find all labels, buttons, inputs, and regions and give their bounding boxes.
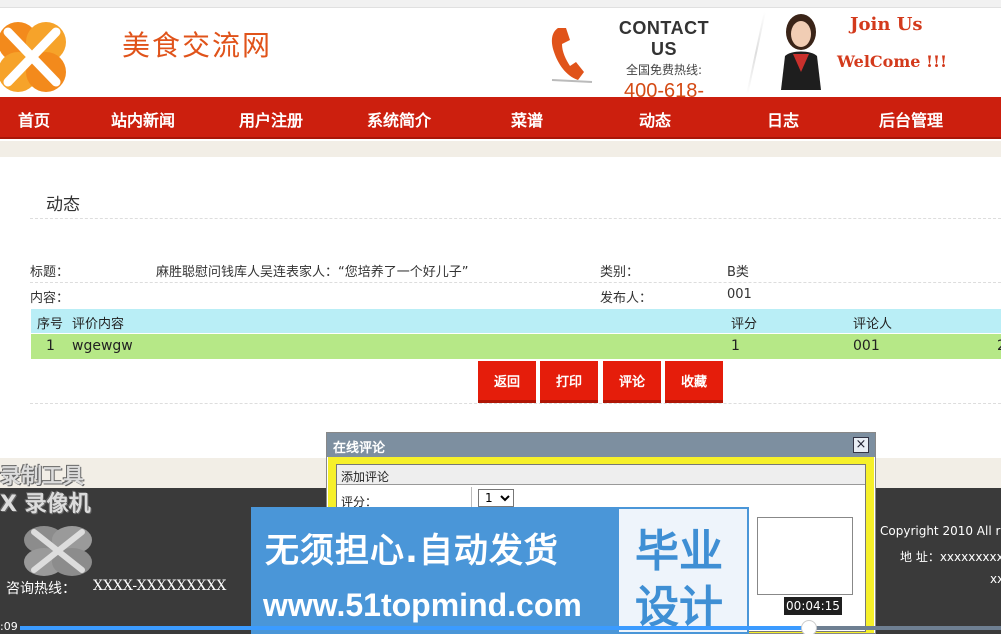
row-reviewer: 001 (853, 338, 880, 354)
nav-about[interactable]: 系统简介 (367, 107, 431, 131)
nav-home[interactable]: 首页 (18, 107, 50, 131)
main-nav: 首页 站内新闻 用户注册 系统简介 菜谱 动态 日志 后台管理 (0, 97, 1001, 139)
divider-line (30, 403, 1001, 404)
site-header: 美食交流网 CONTACT US 全国免费热线: 400-618-4800 Jo… (0, 8, 1001, 125)
nav-register[interactable]: 用户注册 (239, 107, 303, 131)
copyright-text: Copyright 2010 All ri (880, 524, 1001, 538)
table-row[interactable]: 1 wgewgw 1 001 2 (31, 334, 1001, 359)
header-content: 评价内容 (72, 317, 125, 332)
address-text: 地 址：xxxxxxxxx (900, 550, 1001, 564)
row-extra: 2 (997, 338, 1001, 354)
video-timecode: 00:04:15 (784, 597, 842, 615)
form-header: 添加评论 (337, 465, 865, 485)
banner-right: 毕业 设计 (619, 509, 747, 633)
page-title: 动态 (46, 195, 80, 215)
back-button[interactable]: 返回 (478, 361, 536, 403)
welcome-text: WelCome !!! (837, 52, 948, 71)
video-progress-bar[interactable] (20, 620, 1001, 634)
favorite-button[interactable]: 收藏 (665, 361, 723, 403)
hotline-number: XXXX-XXXXXXXXX (93, 578, 227, 594)
category-value: B类 (727, 265, 749, 280)
row-score: 1 (731, 338, 740, 354)
video-progress-fill (20, 626, 809, 630)
nav-dynamic[interactable]: 动态 (639, 107, 671, 131)
title-label: 标题： (30, 265, 70, 280)
site-title: 美食交流网 (122, 29, 273, 62)
print-button[interactable]: 打印 (540, 361, 598, 403)
header-index: 序号 (37, 317, 64, 332)
nav-bottom-band (0, 141, 1001, 157)
publisher-label: 发布人： (600, 291, 653, 306)
content-label: 内容： (30, 291, 70, 306)
avatar (781, 14, 821, 90)
address-text-2: xx (990, 572, 1001, 586)
banner-line1: 无须担心.自动发货 (265, 531, 559, 571)
row-content: wgewgw (72, 338, 133, 354)
divider-line (30, 218, 1001, 219)
header-reviewer: 评论人 (853, 317, 893, 332)
banner-url: www.51topmind.com (263, 587, 582, 623)
banner-left: 无须担心.自动发货 www.51topmind.com (251, 507, 617, 634)
contact-title: CONTACT US (618, 18, 710, 59)
publisher-value: 001 (727, 287, 752, 302)
close-icon[interactable]: × (853, 437, 869, 453)
recorder-watermark-line2: X 录像机 (0, 492, 91, 517)
row-index: 1 (46, 338, 55, 354)
banner-right-line2: 设计 (635, 582, 723, 633)
hotline-label: 咨询热线： (6, 581, 76, 597)
ad-banner[interactable]: 无须担心.自动发货 www.51topmind.com 毕业 设计 (251, 507, 749, 634)
nav-news[interactable]: 站内新闻 (111, 107, 175, 131)
divider-line (30, 282, 1001, 283)
nav-admin[interactable]: 后台管理 (879, 107, 943, 131)
site-logo-icon[interactable] (0, 20, 70, 96)
phone-icon (551, 28, 593, 83)
category-label: 类别： (600, 265, 640, 280)
nav-logs[interactable]: 日志 (767, 107, 799, 131)
comment-button[interactable]: 评论 (603, 361, 661, 403)
score-select[interactable]: 1 (478, 489, 514, 507)
comments-table-header: 序号 评价内容 评分 评论人 (31, 309, 1001, 333)
dialog-titlebar[interactable]: 在线评论 × (327, 433, 875, 457)
title-value: 麻胜聪慰问钱库人吴连表家人：“您培养了一个好儿子” (156, 265, 469, 280)
banner-right-line1: 毕业 (635, 526, 723, 577)
nav-recipes[interactable]: 菜谱 (511, 107, 543, 131)
comment-textarea[interactable] (757, 517, 853, 595)
footer-logo-icon (24, 526, 92, 576)
header-score: 评分 (731, 317, 758, 332)
contact-subtitle: 全国免费热线: (625, 63, 703, 77)
video-elapsed-time: :09 (0, 620, 18, 633)
video-progress-knob[interactable] (800, 620, 817, 634)
dialog-title: 在线评论 (333, 441, 386, 456)
header-divider (746, 12, 766, 94)
join-us-text[interactable]: Join Us (850, 14, 923, 35)
browser-top-strip (0, 0, 1001, 8)
